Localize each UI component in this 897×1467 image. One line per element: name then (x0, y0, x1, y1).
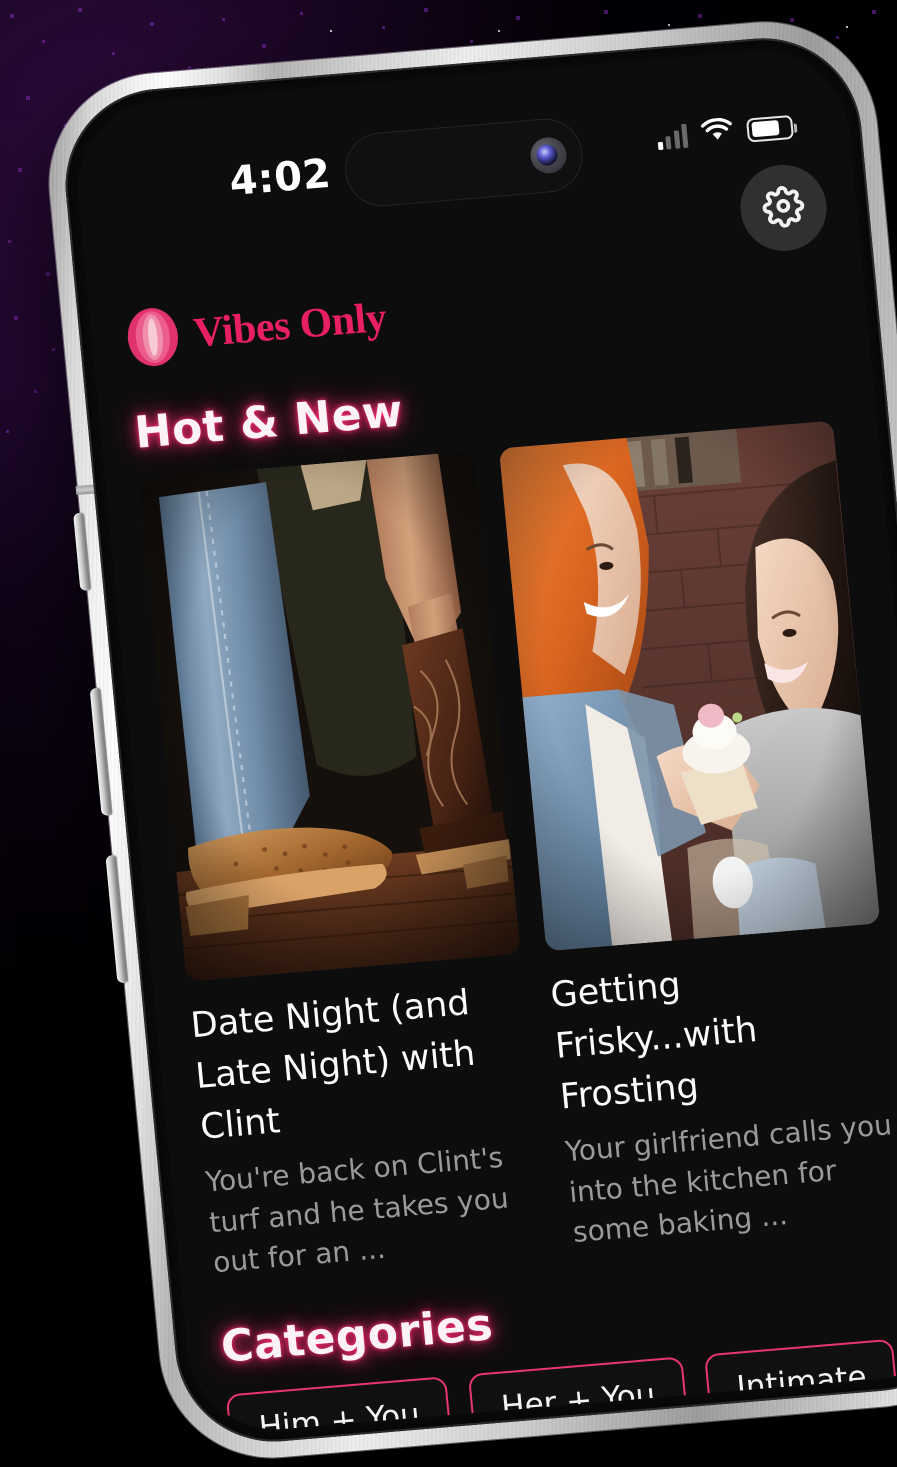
petal-logo-icon (123, 304, 183, 370)
story-card-title: Getting Frisky...with Frosting (548, 943, 896, 1123)
phone-device: 4:02 (39, 13, 897, 1466)
story-card-description: Your girlfriend calls you into the kitch… (564, 1105, 897, 1254)
story-card-image (499, 421, 880, 952)
app-content: Vibes Only Hot & New (86, 211, 897, 1437)
wifi-icon (700, 117, 735, 149)
story-card-title: Date Night (and Late Night) with Clint (189, 973, 537, 1153)
front-camera-lens-icon (529, 136, 568, 175)
status-bar-icons (655, 112, 794, 152)
battery-icon (746, 114, 794, 142)
phone-screen: 4:02 (70, 43, 897, 1436)
story-card[interactable]: Getting Frisky...with Frosting Your girl… (499, 421, 897, 1254)
phone-mockup: 4:02 (0, 0, 897, 1298)
story-card-image (139, 451, 520, 982)
hot-and-new-card-list: Date Night (and Late Night) with Clint Y… (139, 420, 897, 1285)
status-bar-clock: 4:02 (227, 151, 332, 205)
app-brand-name: Vibes Only (191, 294, 388, 358)
story-card[interactable]: Date Night (and Late Night) with Clint Y… (139, 451, 549, 1284)
story-card-description: You're back on Clint's turf and he takes… (204, 1135, 549, 1284)
dynamic-island (342, 116, 586, 210)
app-brand: Vibes Only (123, 249, 832, 370)
cellular-signal-icon (656, 123, 689, 149)
